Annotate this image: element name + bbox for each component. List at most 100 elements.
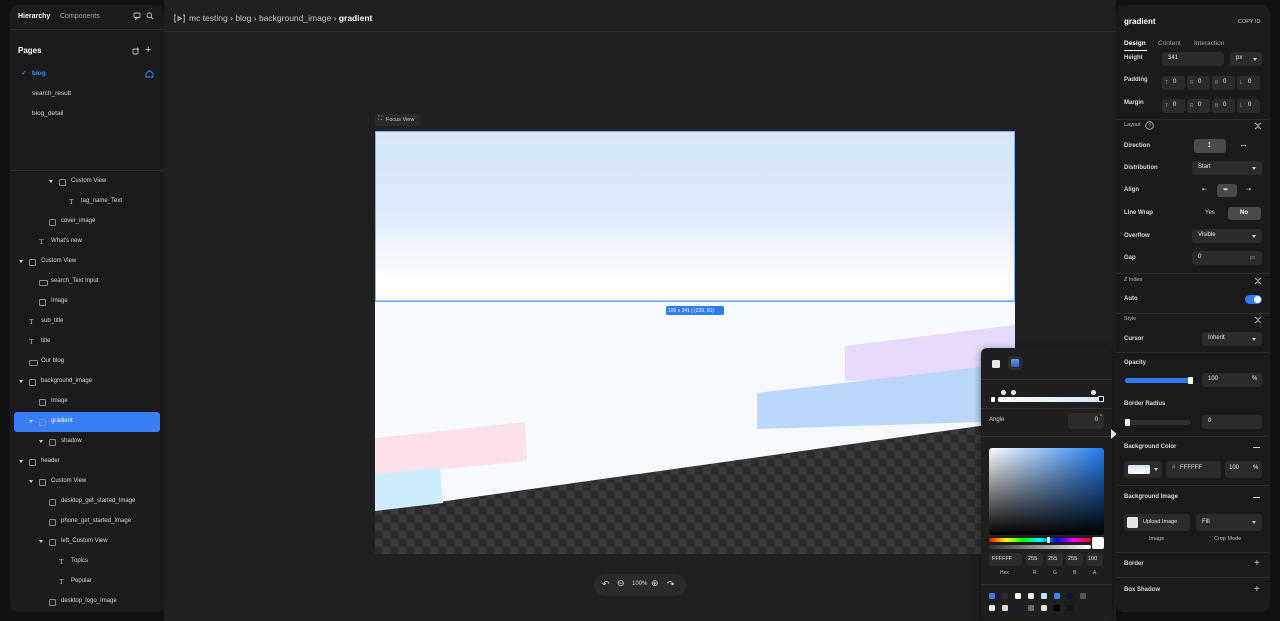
color-swatch[interactable]	[989, 605, 995, 611]
layer-row[interactable]: desktop_get_started_Image	[14, 492, 160, 512]
add-border-icon[interactable]: +	[1254, 558, 1260, 569]
radius-handle[interactable]	[1125, 419, 1130, 426]
r-input[interactable]: 255	[1026, 553, 1043, 566]
gradient-stop[interactable]	[1011, 390, 1016, 395]
expand-caret-icon[interactable]	[39, 440, 43, 443]
canvas-area[interactable]: mc testing › blog › background_image › g…	[164, 0, 1116, 621]
add-shadow-icon[interactable]: +	[1254, 584, 1260, 595]
direction-vertical-button[interactable]: ↕	[1194, 139, 1226, 153]
color-swatch[interactable]	[1028, 593, 1034, 599]
margin-top-input[interactable]: T0	[1162, 99, 1185, 113]
gradient-stop[interactable]	[1091, 390, 1096, 395]
line-wrap-no-button[interactable]: No	[1228, 207, 1261, 220]
gradient-layer[interactable]	[375, 131, 1015, 301]
expand-caret-icon[interactable]	[49, 180, 53, 183]
opacity-slider[interactable]	[1125, 377, 1193, 384]
home-icon[interactable]	[145, 69, 154, 78]
b-input[interactable]: 255	[1066, 553, 1083, 566]
collapse-icon[interactable]	[1254, 316, 1262, 324]
g-input[interactable]: 255	[1046, 553, 1063, 566]
focus-view-button[interactable]: ⛶ Focus View	[375, 114, 420, 126]
margin-left-input[interactable]: L0	[1237, 99, 1260, 113]
margin-bottom-input[interactable]: B0	[1212, 99, 1235, 113]
expand-caret-icon[interactable]	[29, 480, 33, 483]
angle-input[interactable]: 0 °	[1068, 413, 1104, 429]
padding-right-input[interactable]: R0	[1187, 76, 1210, 90]
color-swatch[interactable]	[1041, 605, 1047, 611]
remove-icon[interactable]	[1253, 447, 1260, 448]
layer-row[interactable]: Ttag_name_Text	[14, 192, 160, 212]
comment-icon[interactable]	[133, 12, 141, 20]
layer-row[interactable]: background_image	[14, 372, 160, 392]
color-swatch[interactable]	[989, 593, 995, 599]
cursor-select[interactable]: Inherit	[1202, 332, 1262, 346]
layer-row[interactable]: T Topics	[14, 552, 160, 572]
border-radius-input[interactable]: 0	[1202, 415, 1262, 429]
help-icon[interactable]: ?	[1145, 121, 1154, 130]
gradient-end-stop[interactable]	[1098, 396, 1104, 402]
color-swatch[interactable]	[1067, 593, 1073, 599]
a-input[interactable]: 100	[1086, 553, 1103, 566]
bg-hex-input[interactable]: # FFFFFF	[1166, 461, 1221, 478]
layer-row[interactable]: left_Custom View	[14, 532, 160, 552]
color-field[interactable]	[989, 448, 1104, 535]
color-swatch[interactable]	[1067, 605, 1073, 611]
zoom-in-icon[interactable]: ⊕	[651, 578, 659, 589]
collapse-icon[interactable]	[1254, 122, 1262, 130]
color-swatch[interactable]	[1054, 605, 1060, 611]
page-item-blog-detail[interactable]: blog_detail	[32, 110, 63, 117]
alpha-slider[interactable]	[989, 545, 1091, 549]
color-swatch[interactable]	[1041, 593, 1047, 599]
auto-toggle[interactable]	[1245, 295, 1262, 304]
zoom-out-icon[interactable]: ⊖	[617, 578, 625, 589]
padding-top-input[interactable]: T0	[1162, 76, 1185, 90]
margin-right-input[interactable]: R0	[1187, 99, 1210, 113]
artboard[interactable]	[375, 131, 1015, 554]
solid-mode-icon[interactable]	[992, 360, 1000, 368]
horizontal-arrow-icon[interactable]: ↔	[1239, 139, 1248, 149]
tab-components[interactable]: Components	[60, 13, 100, 20]
layer-row[interactable]: Our blog	[14, 352, 160, 372]
layer-row[interactable]: desktop_logo_Image	[14, 592, 160, 612]
gradient-stop[interactable]	[1001, 390, 1006, 395]
breadcrumb-item[interactable]: mc testing	[189, 13, 228, 23]
breadcrumb-item[interactable]: background_image	[259, 13, 331, 23]
height-input[interactable]: 341	[1162, 52, 1224, 66]
breadcrumb-item[interactable]: blog	[235, 13, 251, 23]
expand-caret-icon[interactable]	[19, 380, 23, 383]
layer-row[interactable]: T Popular	[14, 572, 160, 592]
layer-row[interactable]: Custom View	[14, 172, 160, 192]
layer-row[interactable]: gradient	[14, 412, 160, 432]
color-swatch-button[interactable]	[1124, 461, 1162, 478]
layer-row[interactable]: Custom View	[14, 252, 160, 272]
distribution-select[interactable]: Start	[1192, 161, 1262, 175]
layer-row[interactable]: Tsub_title	[14, 312, 160, 332]
overflow-select[interactable]: Visible	[1192, 229, 1262, 243]
expand-caret-icon[interactable]	[19, 460, 23, 463]
color-swatch[interactable]	[1002, 593, 1008, 599]
search-icon[interactable]	[146, 12, 154, 20]
add-folder-icon[interactable]	[132, 47, 140, 55]
gap-input[interactable]: 0 px	[1192, 251, 1262, 265]
layer-row[interactable]: Image	[14, 292, 160, 312]
layer-row[interactable]: Image	[14, 392, 160, 412]
padding-bottom-input[interactable]: B0	[1212, 76, 1235, 90]
expand-caret-icon[interactable]	[29, 420, 33, 423]
line-wrap-yes[interactable]: Yes	[1205, 210, 1215, 216]
layer-row[interactable]: header	[14, 452, 160, 472]
layer-row[interactable]: phone_get_started_Image	[14, 512, 160, 532]
radius-slider[interactable]	[1125, 419, 1191, 426]
remove-icon[interactable]	[1253, 497, 1260, 498]
layer-row[interactable]: cover_image	[14, 212, 160, 232]
bg-alpha-input[interactable]: 100%	[1225, 461, 1262, 478]
tab-hierarchy[interactable]: Hierarchy	[18, 13, 50, 20]
hex-input[interactable]: FFFFFF	[989, 553, 1022, 566]
tab-interaction[interactable]: Interaction	[1194, 40, 1224, 47]
color-swatch[interactable]	[1015, 605, 1021, 611]
layer-row[interactable]: Ttitle	[14, 332, 160, 352]
hue-slider[interactable]	[989, 538, 1091, 542]
gradient-bar[interactable]	[998, 397, 1100, 402]
color-swatch[interactable]	[1002, 605, 1008, 611]
layer-row[interactable]: T What's new	[14, 232, 160, 252]
height-unit-select[interactable]: px	[1230, 52, 1262, 66]
